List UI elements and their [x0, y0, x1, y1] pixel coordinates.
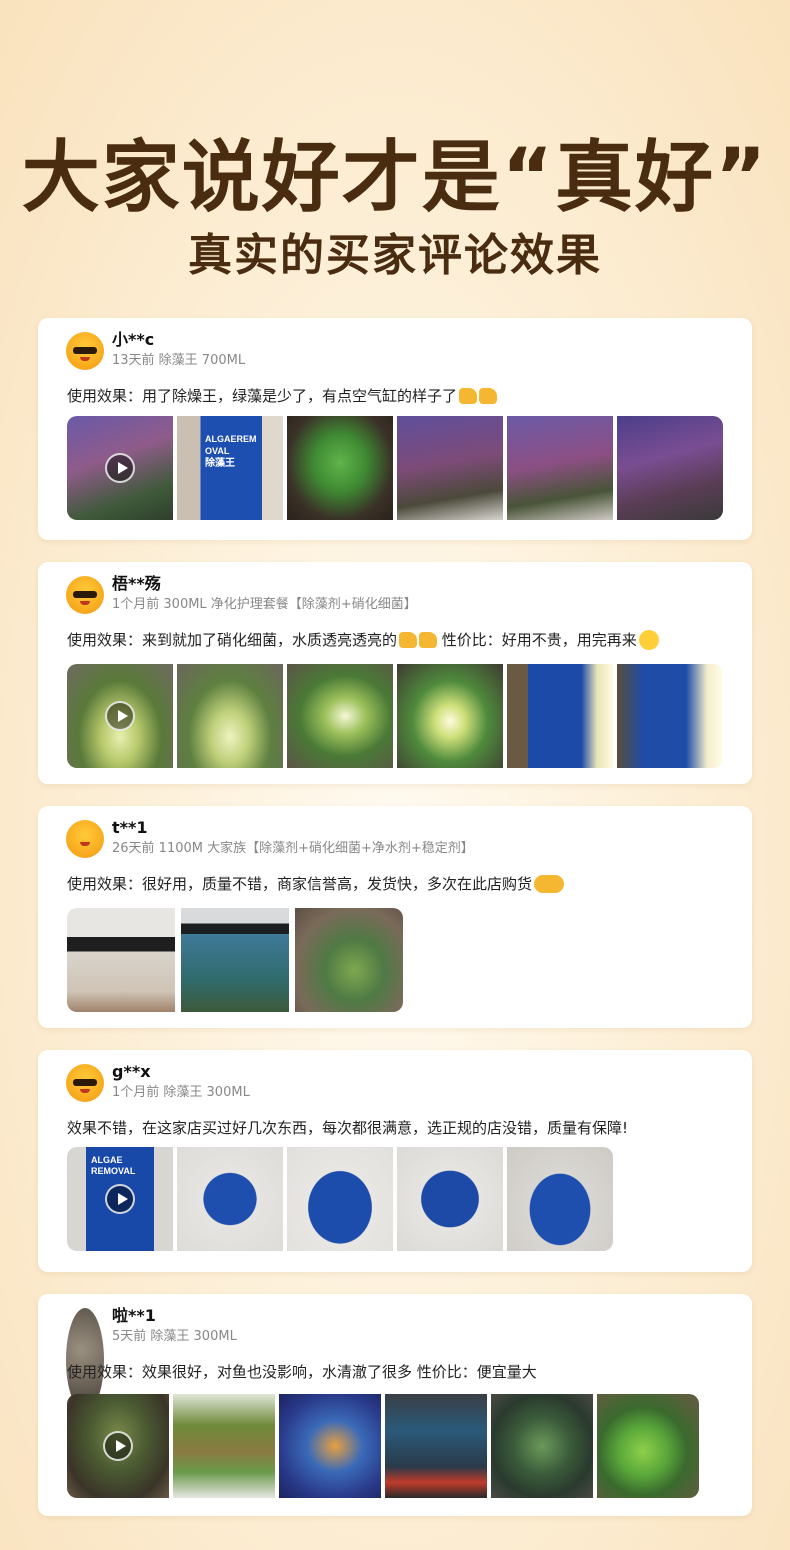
review-meta: 26天前 1100M 大家族【除藻剂+硝化细菌+净水剂+稳定剂】	[112, 841, 474, 856]
review-photo[interactable]	[507, 416, 613, 520]
review-photos	[67, 908, 403, 1012]
review-photo[interactable]	[279, 1394, 381, 1498]
review-comment: 效果不错，在这家店买过好几次东西，每次都很满意，选正规的店没错，质量有保障!	[67, 1118, 628, 1138]
review-photo[interactable]	[181, 908, 289, 1012]
review-username: t**1	[112, 818, 148, 837]
review-comment: 使用效果：用了除燥王，绿藻是少了，有点空气缸的样子了	[67, 386, 498, 406]
review-photo[interactable]	[597, 1394, 699, 1498]
review-photos: ALGAE REMOVAL	[67, 1147, 613, 1251]
thumbs-up-icon	[419, 631, 438, 648]
review-comment: 使用效果：来到就加了硝化细菌，水质透亮透亮的 性价比：好用不贵，用完再来	[67, 629, 659, 651]
thumbs-up-icon	[399, 631, 418, 648]
review-photo[interactable]	[287, 416, 393, 520]
review-photo[interactable]	[385, 1394, 487, 1498]
page-title: 大家说好才是“真好”	[21, 133, 769, 223]
review-meta: 5天前 除藻王 300ML	[112, 1329, 237, 1344]
thumbs-up-icon	[479, 387, 498, 404]
review-photo[interactable]	[177, 664, 283, 768]
thumbs-up-icon	[459, 387, 478, 404]
play-icon[interactable]	[105, 453, 135, 483]
review-comment: 使用效果：很好用，质量不错，商家信誉高，发货快，多次在此店购货	[67, 874, 565, 894]
review-comment-tail: 性价比：好用不贵，用完再来	[441, 631, 637, 649]
review-username: g**x	[112, 1062, 151, 1081]
review-photo[interactable]	[287, 1147, 393, 1251]
review-photo[interactable]	[617, 664, 723, 768]
review-card: 啦**1 5天前 除藻王 300ML 使用效果：效果很好，对鱼也没影响，水清澈了…	[38, 1294, 752, 1516]
review-photo[interactable]	[173, 1394, 275, 1498]
review-card: 小**c 13天前 除藻王 700ML 使用效果：用了除燥王，绿藻是少了，有点空…	[38, 318, 752, 540]
review-card: t**1 26天前 1100M 大家族【除藻剂+硝化细菌+净水剂+稳定剂】 使用…	[38, 806, 752, 1028]
play-icon[interactable]	[105, 701, 135, 731]
review-comment-text: 使用效果：很好用，质量不错，商家信誉高，发货快，多次在此店购货	[67, 875, 533, 893]
review-username: 小**c	[112, 330, 155, 349]
avatar	[66, 332, 104, 370]
hero-header: 大家说好才是“真好” 真实的买家评论效果	[0, 0, 790, 310]
review-photo[interactable]	[287, 664, 393, 768]
review-comment-text: 使用效果：效果很好，对鱼也没影响，水清澈了很多 性价比：便宜量大	[67, 1363, 537, 1381]
review-photo[interactable]	[507, 1147, 613, 1251]
review-photo[interactable]	[295, 908, 403, 1012]
review-comment-text: 效果不错，在这家店买过好几次东西，每次都很满意，选正规的店没错，质量有保障!	[67, 1119, 629, 1137]
review-photos	[67, 1394, 699, 1498]
review-photo[interactable]	[397, 416, 503, 520]
review-meta: 1个月前 300ML 净化护理套餐【除藻剂+硝化细菌】	[112, 597, 417, 612]
avatar	[66, 576, 104, 614]
review-photo[interactable]	[397, 1147, 503, 1251]
review-photo[interactable]	[491, 1394, 593, 1498]
review-photo[interactable]	[177, 1147, 283, 1251]
review-photo[interactable]	[67, 908, 175, 1012]
play-icon[interactable]	[105, 1184, 135, 1214]
review-video[interactable]	[67, 664, 173, 768]
avatar	[66, 1064, 104, 1102]
review-comment-text: 使用效果：用了除燥王，绿藻是少了，有点空气缸的样子了	[67, 387, 458, 405]
review-card: 梧**殇 1个月前 300ML 净化护理套餐【除藻剂+硝化细菌】 使用效果：来到…	[38, 562, 752, 784]
review-username: 梧**殇	[112, 574, 161, 593]
review-photo[interactable]	[617, 416, 723, 520]
review-photo[interactable]	[397, 664, 503, 768]
page-subtitle: 真实的买家评论效果	[188, 230, 602, 281]
review-meta: 13天前 除藻王 700ML	[112, 353, 246, 368]
review-username: 啦**1	[112, 1306, 156, 1325]
review-comment: 使用效果：效果很好，对鱼也没影响，水清澈了很多 性价比：便宜量大	[67, 1362, 537, 1382]
review-photo[interactable]: ALGAEREM OVAL 除藻王	[177, 416, 283, 520]
review-video[interactable]	[67, 1394, 169, 1498]
review-meta: 1个月前 除藻王 300ML	[112, 1085, 250, 1100]
review-photos	[67, 664, 723, 768]
handshake-icon	[534, 874, 565, 893]
review-card: g**x 1个月前 除藻王 300ML 效果不错，在这家店买过好几次东西，每次都…	[38, 1050, 752, 1272]
smile-icon	[638, 629, 659, 650]
review-photo[interactable]	[507, 664, 613, 768]
review-video[interactable]	[67, 416, 173, 520]
review-comment-text: 使用效果：来到就加了硝化细菌，水质透亮透亮的	[67, 631, 398, 649]
review-photos: ALGAEREM OVAL 除藻王	[67, 416, 723, 520]
review-video[interactable]: ALGAE REMOVAL	[67, 1147, 173, 1251]
avatar	[66, 820, 104, 858]
play-icon[interactable]	[103, 1431, 133, 1461]
